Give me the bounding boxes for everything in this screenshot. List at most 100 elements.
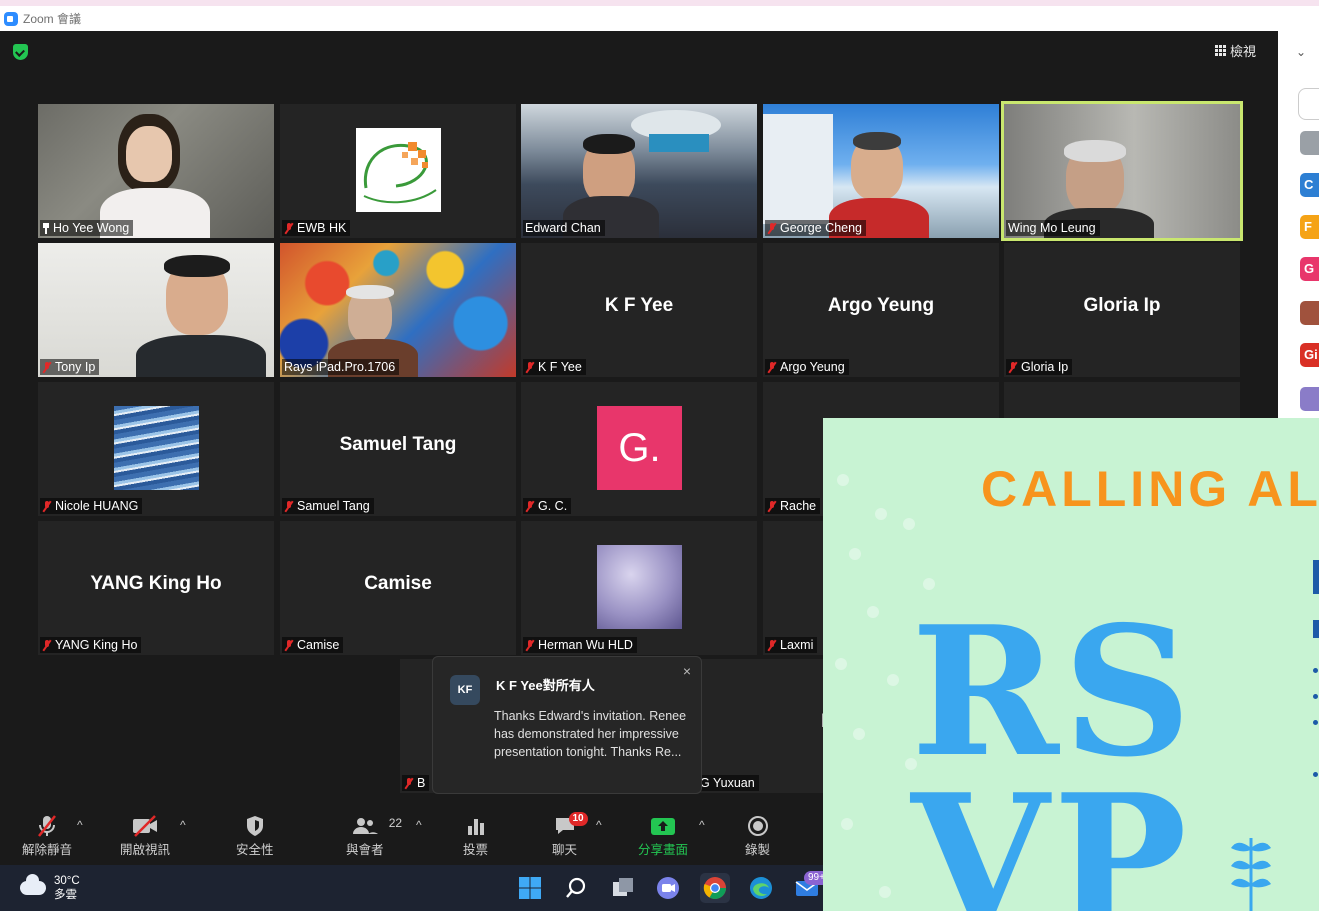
windows-taskbar: 30°C 多雲 99+ xyxy=(0,865,829,911)
record-icon xyxy=(747,813,769,839)
video-feed xyxy=(280,243,516,377)
participant-avatar[interactable]: G xyxy=(1300,257,1319,281)
polls-button[interactable]: 投票 xyxy=(463,813,488,858)
participant-name: Camise xyxy=(297,638,340,652)
video-feed xyxy=(521,104,757,238)
zoom-logo-icon xyxy=(4,11,18,26)
video-tile-gc[interactable]: G. G. C. xyxy=(521,382,757,516)
start-video-button[interactable]: 開啟視訊 xyxy=(120,813,170,858)
video-tile-tony-ip[interactable]: Tony Ip xyxy=(38,243,274,377)
ewb-logo-icon xyxy=(356,128,441,212)
mic-muted-icon xyxy=(1008,361,1018,373)
shared-screen-poster: CALLING AL RS VP xyxy=(823,418,1319,911)
participant-display-name: YANG King Ho xyxy=(90,573,222,594)
participant-avatar[interactable] xyxy=(1300,301,1319,325)
participant-avatar[interactable]: C xyxy=(1300,173,1319,197)
participant-label: Laxmi xyxy=(765,637,818,653)
video-tile-kf-yee[interactable]: K F Yee K F Yee xyxy=(521,243,757,377)
mail-icon[interactable]: 99+ xyxy=(792,871,829,903)
share-options-chevron-icon[interactable]: ^ xyxy=(699,818,705,832)
participants-button[interactable]: 22 與會者 xyxy=(346,813,402,858)
participant-name: Ho Yee Wong xyxy=(53,221,130,235)
purple-avatar-icon xyxy=(597,545,682,629)
close-icon[interactable]: × xyxy=(683,663,691,679)
mic-muted-icon xyxy=(525,500,535,512)
participants-options-chevron-icon[interactable]: ^ xyxy=(416,818,422,832)
video-tile-nicole-huang[interactable]: Nicole HUANG xyxy=(38,382,274,516)
mic-muted-icon xyxy=(767,500,777,512)
video-tile-camise[interactable]: Camise Camise xyxy=(280,521,516,655)
letter-avatar: G. xyxy=(597,406,682,490)
video-tile-yang-king-ho[interactable]: YANG King Ho YANG King Ho xyxy=(38,521,274,655)
participant-avatar[interactable] xyxy=(1300,387,1319,411)
windows-start-icon[interactable] xyxy=(515,873,545,903)
chevron-down-icon[interactable]: ⌄ xyxy=(1296,45,1306,59)
poster-headline: CALLING AL xyxy=(981,461,1319,517)
participant-name: Wing Mo Leung xyxy=(1008,221,1096,235)
participant-label: Argo Yeung xyxy=(765,359,849,375)
video-tile-argo-yeung[interactable]: Argo Yeung Argo Yeung xyxy=(763,243,999,377)
share-screen-icon xyxy=(650,813,676,839)
video-tile-ewb-hk[interactable]: EWB HK xyxy=(280,104,516,238)
video-tile-george-cheng[interactable]: George Cheng xyxy=(763,104,999,238)
weather-condition: 多雲 xyxy=(54,889,77,901)
unmute-button[interactable]: 解除靜音 xyxy=(22,813,72,858)
participant-name: YANG King Ho xyxy=(55,638,138,652)
weather-widget[interactable]: 30°C 多雲 xyxy=(20,874,80,902)
poster-rsvp-line-1: RS xyxy=(911,587,1196,796)
participant-label: Samuel Tang xyxy=(282,498,374,514)
security-button[interactable]: 安全性 xyxy=(236,813,274,858)
participant-label: Edward Chan xyxy=(523,220,605,236)
audio-options-chevron-icon[interactable]: ^ xyxy=(77,818,83,832)
view-button[interactable]: 檢視 xyxy=(1215,41,1256,60)
video-options-chevron-icon[interactable]: ^ xyxy=(180,818,186,832)
participant-label: B xyxy=(402,775,430,791)
share-screen-label: 分享畫面 xyxy=(638,843,689,857)
participant-label: Rays iPad.Pro.1706 xyxy=(282,359,400,375)
participant-label: Herman Wu HLD xyxy=(523,637,637,653)
search-icon[interactable] xyxy=(561,873,591,903)
participants-icon: 22 xyxy=(351,813,402,839)
poster-bullet xyxy=(1313,668,1318,673)
participants-label: 與會者 xyxy=(346,843,384,857)
notification-title: K F Yee對所有人 xyxy=(496,678,595,693)
participant-label: YANG King Ho xyxy=(40,637,142,653)
water-avatar-icon xyxy=(114,406,199,490)
participant-search-input[interactable] xyxy=(1298,88,1319,120)
edge-icon[interactable] xyxy=(746,873,776,903)
record-button[interactable]: 錄製 xyxy=(745,813,770,858)
participant-label: Nicole HUANG xyxy=(40,498,143,514)
video-tile-wing-mo-leung[interactable]: Wing Mo Leung xyxy=(1001,101,1243,241)
chat-label: 聊天 xyxy=(552,843,578,857)
participant-name: G Yuxuan xyxy=(700,776,755,790)
encryption-shield-icon[interactable] xyxy=(13,44,28,60)
participant-name: G. C. xyxy=(538,499,568,513)
participant-label: George Cheng xyxy=(765,220,867,236)
video-tile-edward-chan[interactable]: Edward Chan xyxy=(521,104,757,238)
video-tile-herman-wu[interactable]: Herman Wu HLD xyxy=(521,521,757,655)
video-tile-samuel-tang[interactable]: Samuel Tang Samuel Tang xyxy=(280,382,516,516)
chat-notification[interactable]: KF K F Yee對所有人 × Thanks Edward's invitat… xyxy=(432,656,702,794)
mic-muted-icon xyxy=(42,500,52,512)
chat-button[interactable]: 10 聊天 xyxy=(552,812,588,858)
teams-chat-icon[interactable] xyxy=(653,873,683,903)
pin-icon xyxy=(42,222,50,234)
video-tile-gloria-ip[interactable]: Gloria Ip Gloria Ip xyxy=(1004,243,1240,377)
participant-name: Rache xyxy=(780,499,817,513)
share-screen-button[interactable]: 分享畫面 xyxy=(638,813,688,858)
chrome-icon[interactable] xyxy=(700,873,730,903)
participant-name: K F Yee xyxy=(538,360,582,374)
participant-avatar[interactable]: F xyxy=(1300,215,1319,239)
video-tile-ho-yee-wong[interactable]: Ho Yee Wong xyxy=(38,104,274,238)
participant-avatar[interactable]: Gi xyxy=(1300,343,1319,367)
task-view-icon[interactable] xyxy=(608,873,638,903)
chat-options-chevron-icon[interactable]: ^ xyxy=(596,818,602,832)
record-label: 錄製 xyxy=(745,843,771,857)
participant-name: Edward Chan xyxy=(525,221,601,235)
video-tile-rays-ipad[interactable]: Rays iPad.Pro.1706 xyxy=(280,243,516,377)
participant-name: Rays iPad.Pro.1706 xyxy=(284,360,396,374)
security-shield-icon xyxy=(244,813,266,839)
participant-label: Tony Ip xyxy=(40,359,100,375)
participant-name: Tony Ip xyxy=(55,360,96,374)
participant-avatar[interactable] xyxy=(1300,131,1319,155)
